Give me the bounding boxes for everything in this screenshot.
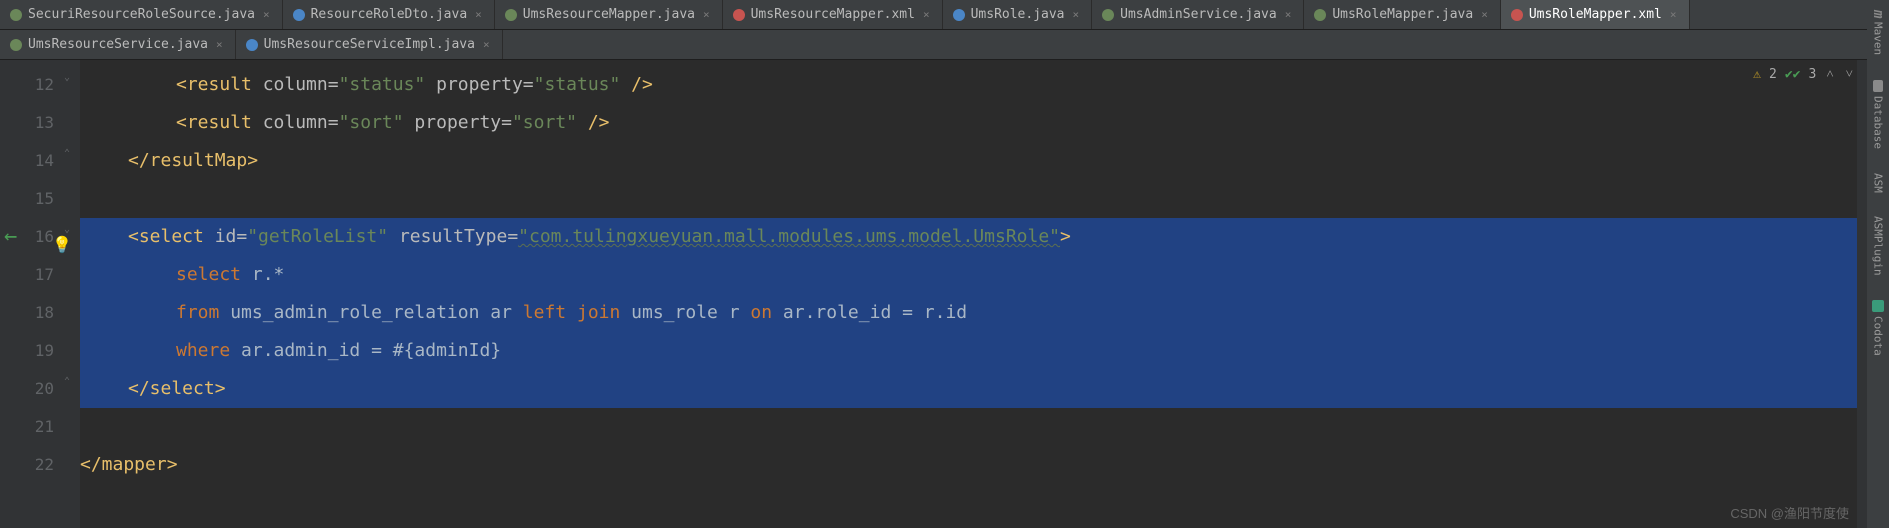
java-interface-icon [1102,9,1114,21]
line-number[interactable]: 13 [0,104,54,142]
tab-umsrolemapper-java[interactable]: UmsRoleMapper.java× [1304,0,1501,29]
typo-count: 3 [1808,67,1816,82]
line-number[interactable]: 17 [0,256,54,294]
tab-umsresourcemapper-xml[interactable]: UmsResourceMapper.xml× [723,0,943,29]
xml-file-icon [733,9,745,21]
close-icon[interactable]: × [261,8,272,21]
chevron-down-icon[interactable]: ˅ [1844,66,1855,82]
line-number[interactable]: 18 [0,294,54,332]
close-icon[interactable]: × [473,8,484,21]
tool-asm[interactable]: ASM [1872,173,1885,193]
tool-database[interactable]: Database [1872,80,1885,149]
line-number[interactable]: 20 [0,370,54,408]
tab-umsresourcemapper-java[interactable]: UmsResourceMapper.java× [495,0,723,29]
line-number[interactable]: 15 [0,180,54,218]
java-class-icon [246,39,258,51]
tab-umsrolemapper-xml[interactable]: UmsRoleMapper.xml× [1501,0,1690,29]
close-icon[interactable]: × [481,38,492,51]
tab-umsresourceserviceimpl[interactable]: UmsResourceServiceImpl.java× [236,30,503,59]
close-icon[interactable]: × [1479,8,1490,21]
line-number-gutter: 12 13 14 15 16 17 18 19 20 21 22 [0,60,60,528]
close-icon[interactable]: × [1283,8,1294,21]
tab-umsadminservice[interactable]: UmsAdminService.java× [1092,0,1304,29]
database-icon [1873,80,1883,92]
tool-asmplugin[interactable]: ASMPlugin [1872,216,1885,276]
warning-icon: ⚠ [1753,67,1761,82]
watermark-text: CSDN @渔阳节度使 [1730,503,1849,522]
right-tool-strip: mMaven Database ASM ASMPlugin Codota [1867,0,1889,528]
tab-resourceroledto[interactable]: ResourceRoleDto.java× [283,0,495,29]
fold-end-icon[interactable]: ⌃ [64,148,70,159]
java-interface-icon [10,9,22,21]
java-interface-icon [10,39,22,51]
close-icon[interactable]: × [214,38,225,51]
line-number[interactable]: 22 [0,446,54,484]
editor-area: 12 13 14 15 16 17 18 19 20 21 22 ⌄ ⌃ ⌄ ⌃… [0,60,1889,528]
line-number[interactable]: 21 [0,408,54,446]
code-text-area[interactable]: <result column="status" property="status… [80,60,1889,528]
inspection-widget[interactable]: ⚠ 2 ✔✔ 3 ˄ ˅ [1753,66,1855,82]
intention-bulb-icon[interactable]: 💡 [52,226,72,264]
fold-marker-icon[interactable]: ⌄ [64,72,70,83]
error-stripe[interactable] [1857,60,1867,528]
java-interface-icon [1314,9,1326,21]
typo-icon: ✔✔ [1785,67,1801,82]
codota-icon [1872,300,1884,312]
java-class-icon [953,9,965,21]
tab-umsrole[interactable]: UmsRole.java× [943,0,1093,29]
tab-securiresourcerolesource[interactable]: SecuriResourceRoleSource.java× [0,0,283,29]
xml-file-icon [1511,9,1523,21]
warning-count: 2 [1769,67,1777,82]
tab-row-2: UmsResourceService.java× UmsResourceServ… [0,30,1889,60]
tool-codota[interactable]: Codota [1872,300,1885,356]
close-icon[interactable]: × [701,8,712,21]
java-class-icon [293,9,305,21]
chevron-up-icon[interactable]: ˄ [1824,66,1835,82]
tab-umsresourceservice[interactable]: UmsResourceService.java× [0,30,236,59]
close-icon[interactable]: × [921,8,932,21]
line-number[interactable]: 12 [0,66,54,104]
close-icon[interactable]: × [1668,8,1679,21]
tab-row-1: SecuriResourceRoleSource.java× ResourceR… [0,0,1889,30]
fold-gutter: ⌄ ⌃ ⌄ ⌃ [60,60,80,528]
maven-icon: m [1870,10,1886,18]
line-number[interactable]: 14 [0,142,54,180]
fold-end-icon[interactable]: ⌃ [64,376,70,387]
change-marker-icon: ← [4,218,17,256]
tool-maven[interactable]: mMaven [1870,10,1886,56]
close-icon[interactable]: × [1071,8,1082,21]
line-number[interactable]: 19 [0,332,54,370]
java-interface-icon [505,9,517,21]
